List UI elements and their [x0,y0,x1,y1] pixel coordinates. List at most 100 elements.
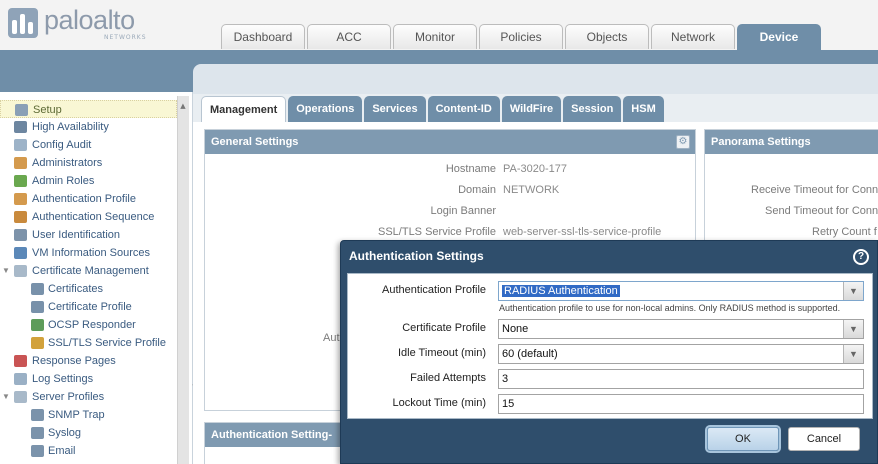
auth-profile-hint: Authentication profile to use for non-lo… [499,303,841,313]
expand-toggle-icon[interactable]: ▼ [2,262,10,280]
sidebar-item-authentication-sequence[interactable]: Authentication Sequence [0,208,177,226]
tab-monitor[interactable]: Monitor [393,24,477,49]
sidebar-item-setup[interactable]: Setup [0,100,177,118]
brand-name: paloalto [44,5,135,35]
sidebar-item-label: Log Settings [32,373,94,385]
scroll-up-arrow-icon[interactable]: ▲ [177,100,189,112]
user-id-icon [14,229,27,241]
sidebar-item-label: Authentication Sequence [32,211,155,223]
sidebar-item-label: Certificates [48,283,104,295]
sidebar-item-label: OCSP Responder [48,319,136,331]
authentication-settings-dialog: Authentication Settings ? Authentication… [340,240,878,464]
sidebar-item-administrators[interactable]: Administrators [0,154,177,172]
ok-button[interactable]: OK [707,427,779,451]
sidebar-item-label: SNMP Trap [48,409,105,421]
chevron-down-icon[interactable]: ▼ [843,345,863,363]
main-tabs: Dashboard ACC Monitor Policies Objects N… [221,24,823,50]
sidebar-item-snmp-trap[interactable]: SNMP Trap [0,406,177,424]
log-settings-icon [14,373,27,385]
domain-label: Domain [458,184,496,196]
logo-mark-icon [8,8,38,38]
sidebar-item-email[interactable]: Email [0,442,177,460]
failed-attempts-label: Failed Attempts [410,372,486,384]
setup-icon [15,104,28,116]
top-header: paloalto NETWORKS Dashboard ACC Monitor … [0,0,878,50]
sidebar-item-label: VM Information Sources [32,247,150,259]
gear-icon[interactable]: ⚙ [676,135,690,149]
content-header [193,64,878,94]
sidebar-item-label: Setup [33,104,62,116]
tab-objects[interactable]: Objects [565,24,649,49]
tab-device[interactable]: Device [737,24,821,50]
tab-acc[interactable]: ACC [307,24,391,49]
sidebar-item-authentication-profile[interactable]: Authentication Profile [0,190,177,208]
sidebar-item-certificates[interactable]: Certificates [0,280,177,298]
hostname-label: Hostname [445,163,496,175]
ssl-tls-profile-label: SSL/TLS Service Profile [378,226,496,238]
sidebar-item-ocsp-responder[interactable]: OCSP Responder [0,316,177,334]
ssl-tls-profile-value: web-server-ssl-tls-service-profile [503,226,662,238]
dialog-title: Authentication Settings [349,249,484,263]
ha-icon [14,121,27,133]
sidebar-item-label: Authentication Profile [32,193,136,205]
cert-profile-select[interactable]: None ▼ [498,319,864,339]
device-setup-tabs: Management Operations Services Content-I… [201,96,666,122]
lockout-time-input[interactable]: 15 [498,394,864,414]
idle-timeout-select[interactable]: 60 (default) ▼ [498,344,864,364]
sidebar-item-ssl-tls-service-profile[interactable]: SSL/TLS Service Profile [0,334,177,352]
server-profiles-icon [14,391,27,403]
chevron-down-icon[interactable]: ▼ [843,320,863,338]
sidebar-item-certificate-profile[interactable]: Certificate Profile [0,298,177,316]
sidebar-item-admin-roles[interactable]: Admin Roles [0,172,177,190]
sidebar-item-log-settings[interactable]: Log Settings [0,370,177,388]
idle-timeout-value: 60 (default) [502,348,558,360]
sidebar-scrollbar[interactable] [177,96,189,464]
dialog-body: Authentication Profile RADIUS Authentica… [347,273,873,419]
tab-wildfire[interactable]: WildFire [501,96,562,122]
tab-dashboard[interactable]: Dashboard [221,24,305,49]
lockout-time-value: 15 [502,398,515,410]
failed-attempts-input[interactable]: 3 [498,369,864,389]
tab-content-id[interactable]: Content-ID [427,96,500,122]
sidebar-item-response-pages[interactable]: Response Pages [0,352,177,370]
sidebar-item-vm-information-sources[interactable]: VM Information Sources [0,244,177,262]
sidebar-item-syslog[interactable]: Syslog [0,424,177,442]
tab-session[interactable]: Session [563,96,622,122]
sidebar-item-config-audit[interactable]: Config Audit [0,136,177,154]
chevron-down-icon[interactable]: ▼ [843,282,863,300]
receive-timeout-label: Receive Timeout for Conn [751,184,878,196]
cancel-button[interactable]: Cancel [788,427,860,451]
tab-management[interactable]: Management [201,96,287,122]
response-pages-icon [14,355,27,367]
sidebar-item-high-availability[interactable]: High Availability [0,118,177,136]
brand-logo: paloalto NETWORKS [8,5,158,42]
sidebar-item-certificate-management[interactable]: ▼ Certificate Management [0,262,177,280]
obscured-label: Aut [323,332,340,344]
sidebar-item-label: Syslog [48,427,82,439]
sidebar-item-label: Admin Roles [32,175,95,187]
tab-hsm[interactable]: HSM [623,96,664,122]
vm-icon [14,247,27,259]
cert-profile-icon [31,301,44,313]
sidebar-item-label: Response Pages [32,355,116,367]
certificate-icon [31,283,44,295]
idle-timeout-label: Idle Timeout (min) [397,347,486,359]
sidebar-item-label: Certificate Management [32,265,149,277]
sidebar-item-user-identification[interactable]: User Identification [0,226,177,244]
sidebar-item-label: High Availability [32,121,109,133]
auth-profile-icon [14,193,27,205]
snmp-icon [31,409,44,421]
sidebar-item-server-profiles[interactable]: ▼ Server Profiles [0,388,177,406]
tab-operations[interactable]: Operations [288,96,363,122]
tab-network[interactable]: Network [651,24,735,49]
help-icon[interactable]: ? [853,249,869,265]
cert-profile-label: Certificate Profile [402,322,486,334]
auth-profile-select[interactable]: RADIUS Authentication ▼ [498,281,864,301]
tab-services[interactable]: Services [364,96,426,122]
brand-sub: NETWORKS [104,34,147,41]
sidebar-item-label: Certificate Profile [48,301,132,313]
lockout-time-label: Lockout Time (min) [392,397,486,409]
tab-policies[interactable]: Policies [479,24,563,49]
login-banner-label: Login Banner [430,205,496,217]
expand-toggle-icon[interactable]: ▼ [2,388,10,406]
